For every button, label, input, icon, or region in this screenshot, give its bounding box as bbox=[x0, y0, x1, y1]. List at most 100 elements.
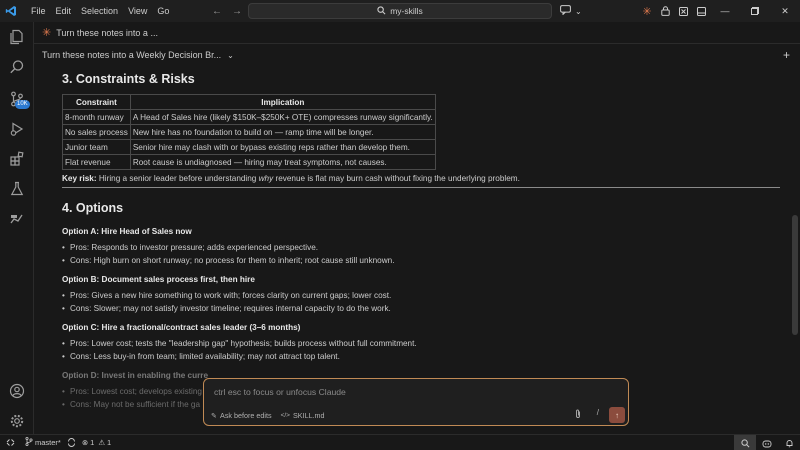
warning-count: 1 bbox=[107, 438, 112, 447]
content-scrollbar[interactable] bbox=[792, 215, 798, 335]
table-cell: 8-month runway bbox=[62, 109, 131, 125]
problems-indicator[interactable]: ⊗ 1 ⚠ 1 bbox=[82, 438, 111, 447]
layout-icon[interactable] bbox=[692, 0, 710, 22]
search-panel-icon[interactable] bbox=[0, 52, 34, 82]
list-item: Cons: High burn on short runway; no proc… bbox=[62, 255, 782, 268]
source-control-badge: 10K bbox=[15, 100, 30, 109]
menu-bar: File Edit Selection View Go bbox=[26, 0, 174, 22]
chevron-down-icon[interactable]: ⌄ bbox=[227, 51, 234, 60]
key-risk-paragraph: Key risk: Hiring a senior leader before … bbox=[62, 174, 782, 183]
list-item: Cons: Less buy-in from team; limited ava… bbox=[62, 351, 782, 364]
activity-bar: 10K bbox=[0, 22, 34, 434]
attached-file-chip[interactable]: </> SKILL.md bbox=[281, 411, 325, 420]
option-c-title: Option C: Hire a fractional/contract sal… bbox=[62, 323, 301, 332]
branch-indicator[interactable]: master* bbox=[25, 436, 61, 448]
account-icon[interactable] bbox=[0, 376, 34, 406]
menu-view[interactable]: View bbox=[123, 0, 152, 22]
table-header-implication: Implication bbox=[129, 94, 436, 110]
table-cell: Junior team bbox=[62, 139, 131, 155]
explorer-icon[interactable] bbox=[0, 22, 34, 52]
prompt-input[interactable]: ctrl esc to focus or unfocus Claude bbox=[214, 387, 346, 397]
option-a-list: Pros: Responds to investor pressure; add… bbox=[62, 242, 782, 267]
sync-icon[interactable] bbox=[67, 438, 76, 447]
table-header-row: Constraint Implication bbox=[62, 94, 436, 110]
option-c-list: Pros: Lower cost; tests the "leadership … bbox=[62, 338, 782, 363]
section-3-heading: 3. Constraints & Risks bbox=[62, 72, 195, 86]
minimize-icon[interactable]: — bbox=[710, 0, 740, 22]
tab-claude-session[interactable]: ✳ Turn these notes into a ... bbox=[34, 22, 166, 44]
key-risk-emphasis: why bbox=[258, 174, 274, 183]
git-branch-icon bbox=[25, 436, 33, 448]
extensions-icon[interactable] bbox=[0, 144, 34, 174]
command-center-search[interactable]: my-skills bbox=[248, 3, 552, 19]
error-count: 1 bbox=[90, 438, 95, 447]
testing-flask-icon[interactable] bbox=[0, 174, 34, 204]
source-control-icon[interactable]: 10K bbox=[0, 84, 34, 114]
back-arrow-icon[interactable]: ← bbox=[212, 6, 222, 17]
chat-icon bbox=[560, 5, 571, 17]
list-item: Pros: Gives a new hire something to work… bbox=[62, 290, 782, 303]
new-session-plus-icon[interactable]: + bbox=[783, 48, 790, 62]
settings-gear-icon[interactable] bbox=[0, 406, 34, 436]
close-window-icon[interactable]: ✕ bbox=[770, 0, 800, 22]
chat-toggle-button[interactable]: ⌄ bbox=[560, 4, 582, 18]
divider bbox=[62, 187, 780, 188]
table-row: Junior team Senior hire may clash with o… bbox=[62, 139, 436, 155]
key-risk-text-pre: Hiring a senior leader before understand… bbox=[96, 174, 259, 183]
code-file-icon: </> bbox=[280, 411, 290, 419]
error-icon: ⊗ bbox=[81, 438, 89, 447]
list-item: Cons: Slower; may not satisfy investor t… bbox=[62, 303, 782, 316]
key-risk-text-post: revenue is flat may burn cash without fi… bbox=[273, 174, 520, 183]
table-cell: Senior hire may clash with or bypass exi… bbox=[129, 139, 436, 155]
attached-file-name: SKILL.md bbox=[292, 410, 325, 420]
table-cell: A Head of Sales hire (likely $150K–$250K… bbox=[129, 109, 436, 125]
option-a-title: Option A: Hire Head of Sales now bbox=[62, 227, 192, 236]
session-header: Turn these notes into a Weekly Decision … bbox=[34, 44, 800, 66]
search-icon bbox=[377, 5, 386, 17]
claude-prompt-box: ctrl esc to focus or unfocus Claude ✎ As… bbox=[203, 378, 629, 426]
menu-selection[interactable]: Selection bbox=[76, 0, 123, 22]
table-cell: No sales process bbox=[62, 124, 131, 140]
menu-file[interactable]: File bbox=[26, 0, 51, 22]
warning-icon: ⚠ bbox=[98, 438, 106, 447]
send-arrow-icon[interactable]: ↑ bbox=[609, 407, 625, 423]
table-cell: New hire has no foundation to build on —… bbox=[129, 124, 436, 140]
option-b-title: Option B: Document sales process first, … bbox=[62, 275, 255, 284]
remote-indicator-icon[interactable] bbox=[6, 438, 15, 447]
editor-tab-row: ✳ Turn these notes into a ... bbox=[34, 22, 800, 44]
table-header-constraint: Constraint bbox=[62, 94, 131, 110]
vscode-logo-icon bbox=[0, 0, 22, 22]
table-row: Flat revenue Root cause is undiagnosed —… bbox=[62, 154, 436, 170]
table-row: No sales process New hire has no foundat… bbox=[62, 124, 436, 140]
run-debug-icon[interactable] bbox=[0, 114, 34, 144]
menu-edit[interactable]: Edit bbox=[51, 0, 77, 22]
close-panel-icon[interactable] bbox=[674, 0, 692, 22]
forward-arrow-icon[interactable]: → bbox=[232, 6, 242, 17]
option-b-list: Pros: Gives a new hire something to work… bbox=[62, 290, 782, 315]
claude-spark-icon: ✳ bbox=[42, 27, 52, 39]
attach-paperclip-icon[interactable] bbox=[574, 409, 582, 421]
claude-spark-icon[interactable]: ✳ bbox=[638, 0, 656, 22]
maximize-icon[interactable] bbox=[740, 0, 770, 22]
table-cell: Root cause is undiagnosed — hiring may t… bbox=[129, 154, 436, 170]
status-bar: master* ⊗ 1 ⚠ 1 bbox=[0, 434, 800, 450]
slash-command-button[interactable]: / bbox=[597, 408, 599, 417]
search-text: my-skills bbox=[390, 6, 423, 16]
chevron-down-icon: ⌄ bbox=[575, 6, 582, 16]
list-item: Pros: Responds to investor pressure; add… bbox=[62, 242, 782, 255]
session-title[interactable]: Turn these notes into a Weekly Decision … bbox=[42, 50, 221, 60]
notifications-bell-icon[interactable] bbox=[778, 435, 800, 450]
constraints-table: Constraint Implication 8-month runway A … bbox=[62, 94, 436, 170]
list-item: Pros: Lower cost; tests the "leadership … bbox=[62, 338, 782, 351]
table-cell: Flat revenue bbox=[62, 154, 131, 170]
lock-icon[interactable] bbox=[656, 0, 674, 22]
branch-name: master* bbox=[35, 438, 61, 447]
zoom-icon[interactable] bbox=[734, 435, 756, 450]
ask-before-edits-toggle[interactable]: ✎ Ask before edits bbox=[211, 411, 272, 420]
tab-label: Turn these notes into a ... bbox=[56, 27, 158, 38]
copilot-icon[interactable] bbox=[756, 435, 778, 450]
pencil-icon: ✎ bbox=[211, 410, 218, 420]
mode-label: Ask before edits bbox=[220, 410, 272, 420]
menu-go[interactable]: Go bbox=[152, 0, 174, 22]
remote-explorer-icon[interactable] bbox=[0, 204, 34, 234]
